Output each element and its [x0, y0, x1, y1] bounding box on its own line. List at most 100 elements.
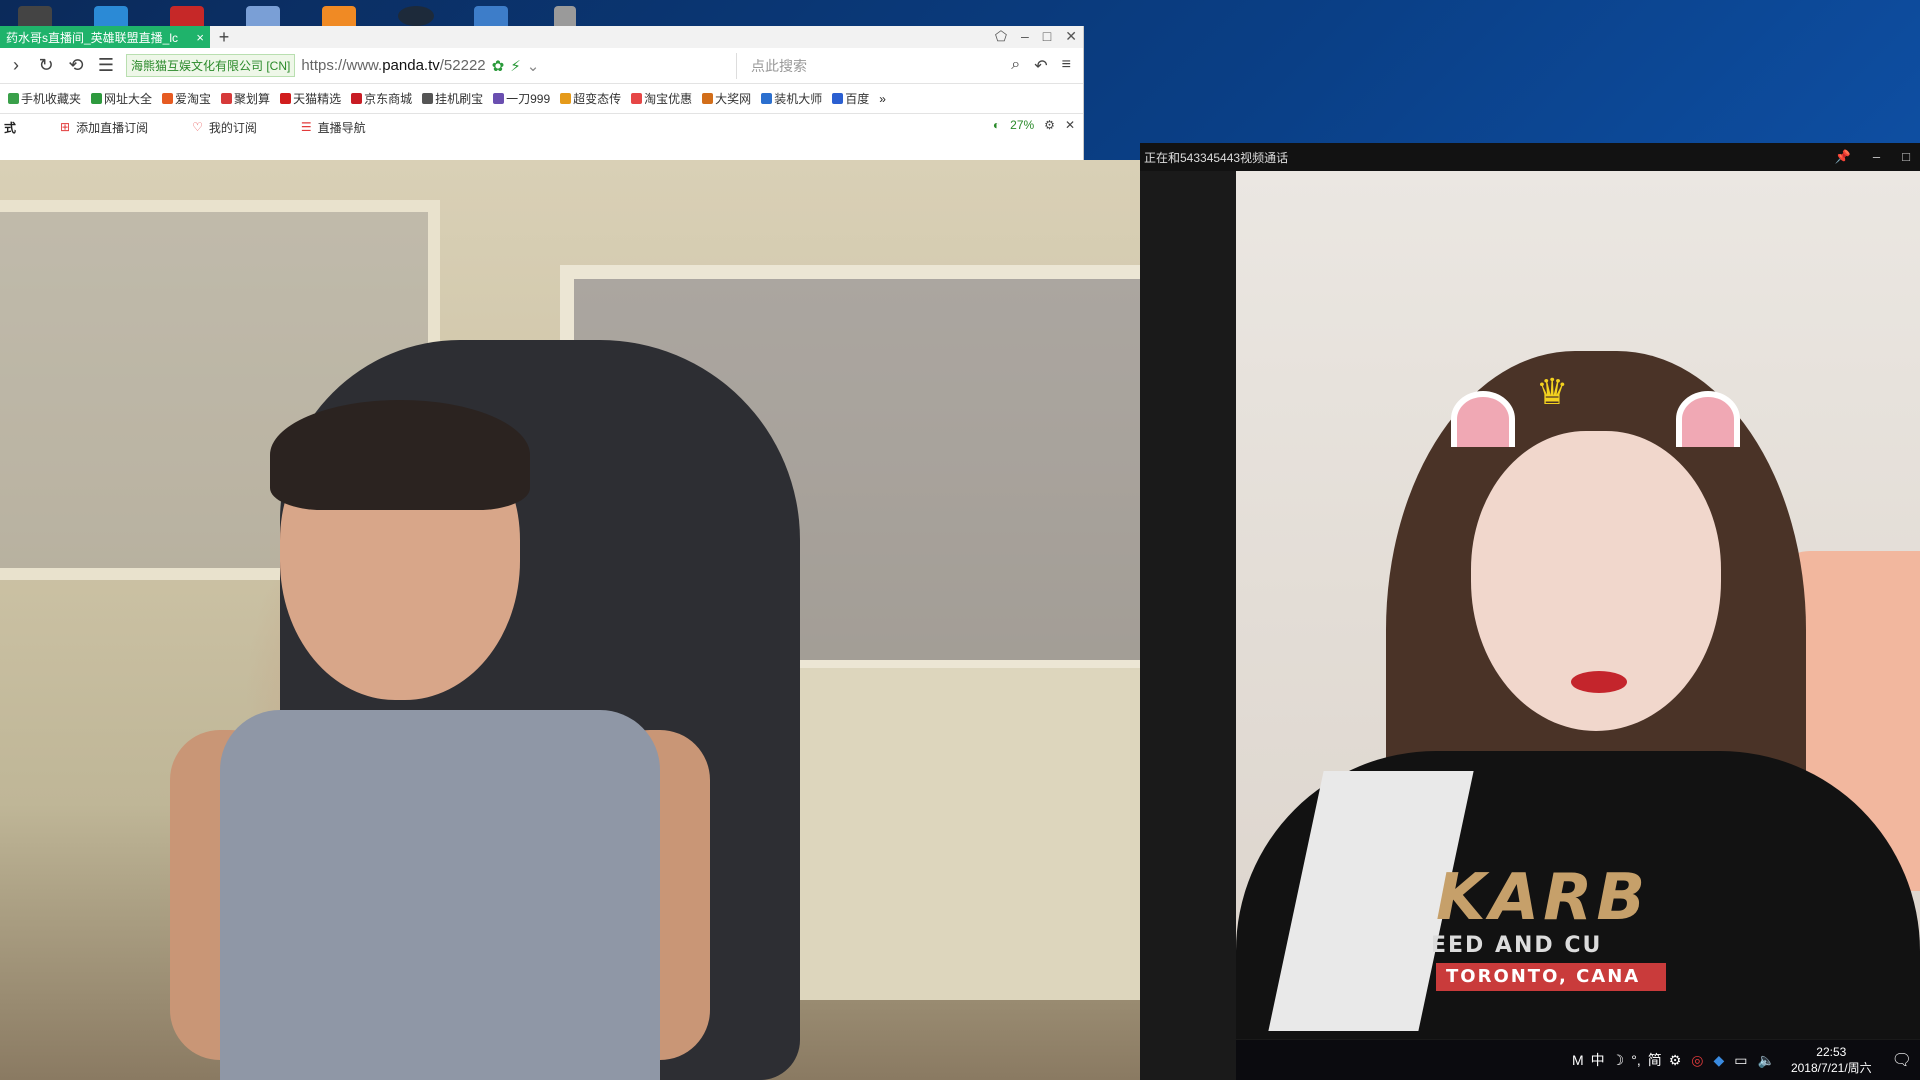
- bookmark-label: 挂机刷宝: [435, 92, 484, 106]
- ime-tray-item[interactable]: M: [1572, 1052, 1584, 1068]
- bookmark-item[interactable]: 爱淘宝: [162, 90, 211, 107]
- live-nav-button[interactable]: ☰ 直播导航: [301, 119, 366, 136]
- ime-tray-item[interactable]: 中: [1591, 1050, 1605, 1070]
- ime-tray-item[interactable]: 简: [1648, 1050, 1662, 1070]
- bookmark-item[interactable]: 手机收藏夹: [8, 90, 81, 107]
- restore-tab-icon[interactable]: ⟲: [66, 55, 86, 76]
- address-bar: › ↻ ⟲ ☰ 海熊猫互娱文化有限公司 [CN] https://www.pan…: [0, 48, 1083, 84]
- call-title-bar: 正在和543345443视频通话 📌 – □: [1140, 143, 1920, 171]
- bookmark-item[interactable]: 淘宝优惠: [631, 90, 692, 107]
- desktop-app-icon[interactable]: [322, 6, 356, 26]
- ext-right-tools: ◐ 27% ⚙ ✕: [993, 118, 1075, 132]
- add-subscription-button[interactable]: ⊞ 添加直播订阅: [60, 119, 148, 136]
- my-subscription-label: 我的订阅: [208, 120, 257, 135]
- ime-tray-item[interactable]: ⚙: [1669, 1052, 1682, 1069]
- bookmark-item[interactable]: 网址大全: [91, 90, 152, 107]
- bookmark-icon: [493, 93, 505, 104]
- pin-icon[interactable]: 📌: [1835, 149, 1851, 165]
- bookmark-label: 网址大全: [104, 92, 153, 106]
- bookmark-label: 大奖网: [715, 92, 752, 106]
- desktop-app-icon[interactable]: [554, 6, 576, 26]
- search-icon[interactable]: ⌕: [1011, 56, 1020, 76]
- list-icon[interactable]: ☰: [96, 55, 116, 76]
- tank-top: [220, 710, 660, 1080]
- system-tray: M 中 ☽ °, 简 ⚙: [1572, 1050, 1681, 1070]
- video-call-window: 正在和543345443视频通话 📌 – □ ♛ KARB EED AND CU…: [1140, 143, 1920, 1080]
- taskbar: M 中 ☽ °, 简 ⚙ ◎ ◆ ▭ 🔈 22:53 2018/7/21/周六 🗨: [1236, 1040, 1920, 1080]
- undo-icon[interactable]: ↶: [1034, 56, 1047, 76]
- skin-icon[interactable]: ⬠: [995, 28, 1007, 45]
- notification-icon[interactable]: 🗨: [1892, 1050, 1912, 1070]
- bookmark-item[interactable]: 天猫精选: [280, 90, 341, 107]
- tab-close-icon[interactable]: ×: [196, 30, 204, 45]
- bookmark-label: 聚划算: [234, 92, 271, 106]
- close-bar-icon[interactable]: ✕: [1065, 118, 1075, 132]
- url-field[interactable]: 海熊猫互娱文化有限公司 [CN] https://www.panda.tv/52…: [126, 53, 726, 79]
- add-icon: ⊞: [60, 120, 71, 134]
- bookmark-icon: [8, 93, 19, 104]
- ime-tray-item[interactable]: °,: [1631, 1052, 1641, 1068]
- steam-icon[interactable]: [398, 6, 434, 26]
- cat-ear-right-filter: [1676, 391, 1740, 447]
- network-icon[interactable]: ▭: [1734, 1052, 1747, 1069]
- bookmark-icon: [422, 93, 434, 104]
- bookmark-item[interactable]: 装机大师: [761, 90, 822, 107]
- url-text[interactable]: https://www.panda.tv/52222: [301, 57, 485, 74]
- forward-icon[interactable]: ›: [6, 55, 26, 76]
- bookmarks-more-icon[interactable]: »: [879, 92, 886, 106]
- maximize-button[interactable]: □: [1902, 149, 1910, 165]
- tab-active[interactable]: 药水哥s直播间_英雄联盟直播_lc ×: [0, 26, 210, 48]
- bookmark-label: 手机收藏夹: [21, 92, 82, 106]
- security-icon[interactable]: ✿: [492, 57, 505, 75]
- desktop-app-icon[interactable]: [170, 6, 204, 26]
- hoodie-print: KARB: [1436, 861, 1650, 935]
- dropdown-icon[interactable]: ⌄: [527, 57, 540, 75]
- extension-bar: 式 ⊞ 添加直播订阅 ♡ 我的订阅 ☰ 直播导航 ◐ 27% ⚙ ✕: [0, 114, 1083, 140]
- bookmark-item[interactable]: 京东商城: [351, 90, 412, 107]
- hoodie-band: TORONTO, CANA: [1436, 963, 1666, 991]
- desktop-app-icon[interactable]: [94, 6, 128, 26]
- maximize-button[interactable]: □: [1043, 28, 1051, 45]
- volume-icon[interactable]: 🔈: [1758, 1052, 1775, 1069]
- bookmark-label: 一刀999: [506, 92, 551, 106]
- tab-title: 药水哥s直播间_英雄联盟直播_lc: [6, 30, 179, 45]
- bookmark-label: 京东商城: [364, 92, 413, 106]
- bookmark-icon: [631, 93, 643, 104]
- menu-icon[interactable]: ≡: [1062, 56, 1071, 76]
- reload-icon[interactable]: ↻: [36, 55, 56, 76]
- url-prefix: https://www.: [301, 57, 383, 74]
- desktop-app-icon[interactable]: [246, 6, 280, 26]
- app-tray-icon[interactable]: ◆: [1714, 1052, 1725, 1069]
- close-button[interactable]: ✕: [1065, 28, 1077, 45]
- cat-ear-left-filter: [1451, 391, 1515, 447]
- bookmark-item[interactable]: 大奖网: [702, 90, 751, 107]
- bookmark-icon: [91, 93, 103, 104]
- new-tab-button[interactable]: +: [210, 26, 238, 48]
- bookmark-item[interactable]: 一刀999: [493, 90, 550, 107]
- minimize-button[interactable]: –: [1873, 149, 1880, 165]
- settings-icon[interactable]: ⚙: [1044, 118, 1055, 132]
- bookmark-item[interactable]: 挂机刷宝: [422, 90, 483, 107]
- speed-icon[interactable]: ⚡: [510, 57, 521, 75]
- search-input[interactable]: 点此搜索: [736, 52, 1001, 79]
- certificate-badge[interactable]: 海熊猫互娱文化有限公司 [CN]: [126, 54, 296, 77]
- my-subscription-button[interactable]: ♡ 我的订阅: [192, 119, 257, 136]
- call-video-feed[interactable]: ♛ KARB EED AND CU TORONTO, CANA: [1236, 171, 1920, 1039]
- qq-icon[interactable]: ◎: [1691, 1052, 1703, 1069]
- desktop-app-icon[interactable]: [18, 6, 52, 26]
- bookmark-icon: [221, 93, 233, 104]
- bookmark-item[interactable]: 超变态传: [560, 90, 621, 107]
- clock[interactable]: 22:53 2018/7/21/周六: [1791, 1044, 1872, 1076]
- ime-tray-item[interactable]: ☽: [1612, 1052, 1625, 1069]
- bookmark-label: 淘宝优惠: [644, 92, 693, 106]
- add-subscription-label: 添加直播订阅: [76, 120, 149, 135]
- bookmark-item[interactable]: 百度: [832, 90, 869, 107]
- minimize-button[interactable]: –: [1021, 28, 1029, 45]
- desktop-app-icon[interactable]: [474, 6, 508, 26]
- heart-icon: ♡: [192, 120, 203, 134]
- bookmark-item[interactable]: 聚划算: [221, 90, 270, 107]
- bookmark-icon: [351, 93, 363, 104]
- stream-video[interactable]: [0, 160, 1236, 1080]
- clock-date: 2018/7/21/周六: [1790, 1061, 1872, 1075]
- live-nav-label: 直播导航: [317, 120, 366, 135]
